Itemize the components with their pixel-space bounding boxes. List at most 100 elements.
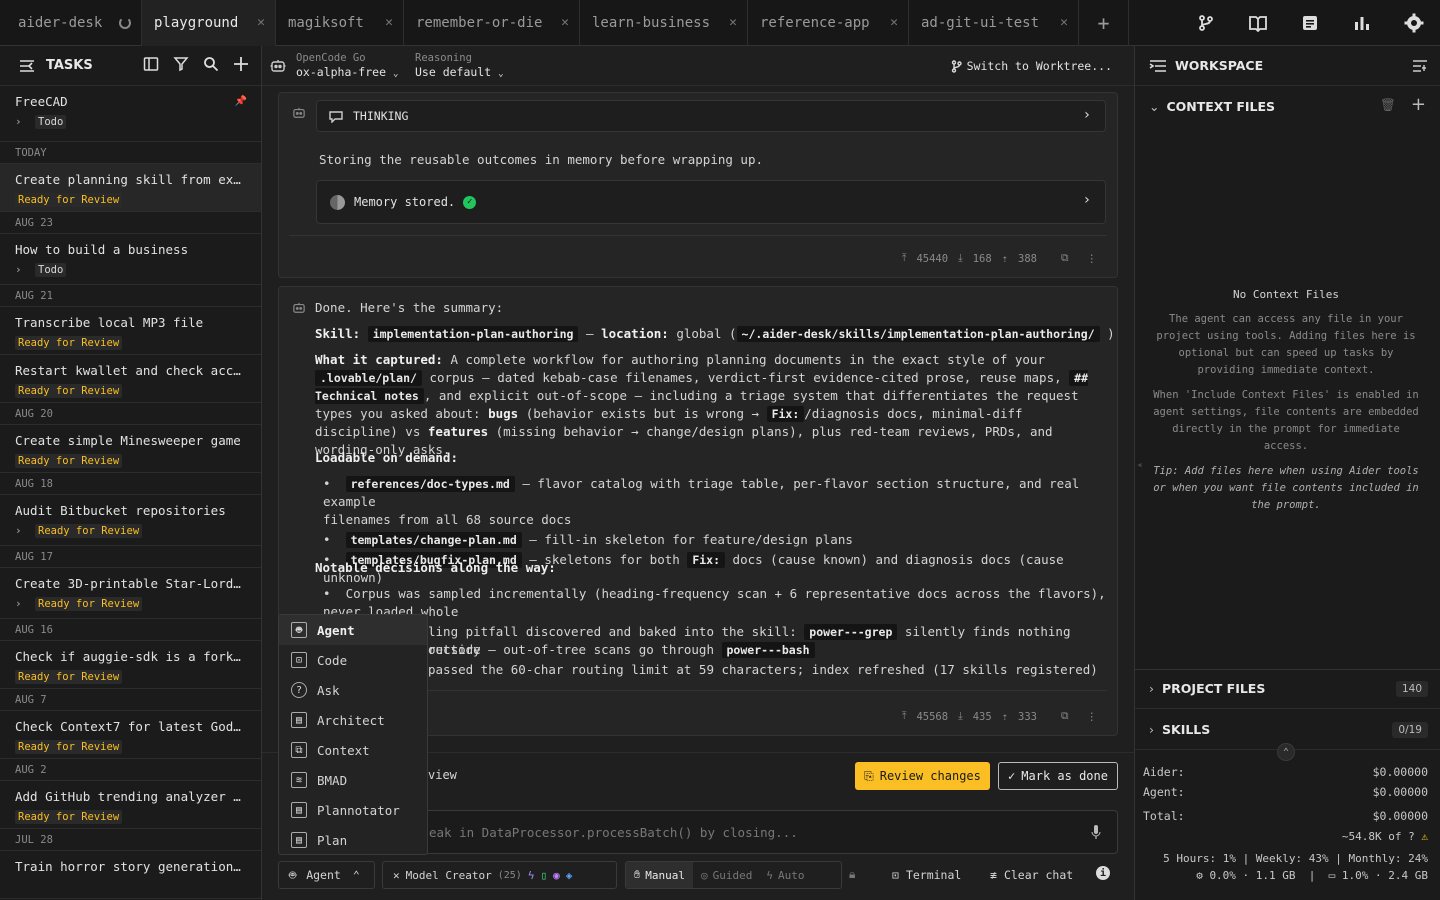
- review-changes-button[interactable]: ⎘ Review changes: [855, 762, 990, 790]
- guided-option[interactable]: ◎ Guided: [693, 869, 760, 882]
- microphone-icon[interactable]: [1091, 825, 1101, 840]
- upload-icon: ⤒: [901, 710, 907, 722]
- bar-chart-icon: [1355, 17, 1369, 30]
- chevron-right-icon[interactable]: ›: [15, 524, 35, 537]
- more-icon[interactable]: ⋮: [1087, 711, 1098, 723]
- close-icon[interactable]: ✕: [257, 15, 265, 30]
- switch-worktree-button[interactable]: Switch to Worktree...: [951, 59, 1112, 73]
- collapse-sidebar-icon[interactable]: [18, 58, 36, 74]
- task-item[interactable]: Train horror story generation m…: [0, 851, 261, 899]
- task-name: Create 3D-printable Star-Lord m…: [15, 576, 247, 591]
- chevron-right-icon[interactable]: ›: [15, 263, 35, 276]
- reasoning-label: Reasoning: [415, 52, 472, 64]
- settings-button[interactable]: [1388, 0, 1440, 46]
- manual-option[interactable]: ✋︎ Manual: [626, 862, 694, 888]
- task-item[interactable]: Add GitHub trending analyzer ex… Ready fo…: [0, 781, 261, 829]
- chevron-right-icon[interactable]: ›: [15, 115, 35, 128]
- brain-icon: ◉: [553, 868, 560, 882]
- tab-label: magiksoft: [288, 15, 364, 31]
- tab-remember-or-die[interactable]: remember-or-die ✕: [404, 0, 580, 46]
- memory-usage: 1.0% · 2.4 GB: [1341, 869, 1428, 882]
- auto-option[interactable]: ϟ Auto: [760, 869, 810, 882]
- trash-icon[interactable]: 🗑︎: [1380, 97, 1396, 113]
- close-icon[interactable]: ✕: [1060, 15, 1068, 30]
- tab-playground[interactable]: playground ✕: [142, 0, 276, 46]
- tab-learn-business[interactable]: learn-business ✕: [580, 0, 748, 46]
- task-name: Train horror story generation m…: [15, 859, 247, 874]
- close-icon[interactable]: ✕: [561, 15, 569, 30]
- pin-icon[interactable]: 📌: [235, 96, 247, 107]
- model-selector[interactable]: OpenCode Go ox-alpha-free ⌄: [296, 52, 398, 79]
- mode-option-architect[interactable]: ▤ Architect: [279, 705, 427, 735]
- tab-aider-desk[interactable]: aider-desk: [0, 0, 142, 46]
- task-item[interactable]: Transcribe local MP3 file Ready for Revie…: [0, 307, 261, 355]
- more-icon[interactable]: ⋮: [1087, 253, 1098, 265]
- hand-icon: ✋︎: [634, 868, 641, 881]
- profile-selector[interactable]: ✕ Model Creator (25) ϟ ▯ ◉ ◈: [382, 861, 617, 889]
- task-name: Audit Bitbucket repositories: [15, 503, 226, 518]
- clear-chat-button[interactable]: ≢ Clear chat: [990, 868, 1073, 882]
- terminal-button[interactable]: ⊡ Terminal: [892, 868, 961, 882]
- mode-option-bmad[interactable]: ≋ BMAD: [279, 765, 427, 795]
- mode-option-plan[interactable]: ▤ Plan: [279, 825, 427, 855]
- close-icon[interactable]: ✕: [890, 15, 898, 30]
- add-tab-button[interactable]: +: [1079, 0, 1129, 46]
- chevron-right-icon[interactable]: ›: [15, 597, 35, 610]
- info-button[interactable]: i: [1096, 866, 1110, 880]
- stats-button[interactable]: [1336, 0, 1388, 46]
- git-branch-button[interactable]: [1180, 0, 1232, 46]
- task-item[interactable]: Audit Bitbucket repositories › Ready for R…: [0, 495, 261, 546]
- reasoning-selector[interactable]: Reasoning Use default ⌄: [415, 52, 504, 79]
- check-icon: ✓: [1008, 769, 1016, 783]
- date-header: AUG 17: [0, 546, 261, 568]
- list-text: ling pitfall discovered and baked into t…: [428, 624, 805, 639]
- plus-icon[interactable]: +: [1411, 94, 1426, 115]
- project-files-header[interactable]: › PROJECT FILES 140: [1135, 669, 1440, 709]
- workspace-panel: WORKSPACE ⌄ CONTEXT FILES 🗑︎ + No Contex…: [1134, 46, 1440, 900]
- search-icon[interactable]: [203, 56, 219, 72]
- status-badge: Todo: [35, 115, 67, 129]
- memory-block[interactable]: Memory stored. ✓ ›: [316, 180, 1106, 224]
- upload-icon: ⤒: [901, 252, 907, 264]
- task-item[interactable]: Restart kwallet and check accou… Ready fo…: [0, 355, 261, 403]
- close-icon[interactable]: ✕: [385, 15, 393, 30]
- mode-option-agent[interactable]: 🤖︎ Agent: [279, 615, 427, 645]
- mode-option-ask[interactable]: ? Ask: [279, 675, 427, 705]
- status-badge: Ready for Review: [15, 384, 123, 398]
- collapse-handle-icon[interactable]: ◂: [1136, 458, 1143, 471]
- memory-icon: [330, 194, 345, 210]
- task-item[interactable]: Create planning skill from exis… Ready fo…: [0, 164, 261, 212]
- mode-option-code[interactable]: ⊡ Code: [279, 645, 427, 675]
- review-icon: ⎘: [864, 768, 874, 783]
- chevron-down-icon: ⌄: [498, 69, 504, 79]
- lock-icon[interactable]: 🔒︎: [849, 867, 855, 882]
- context-files-header[interactable]: ⌄ CONTEXT FILES 🗑︎ +: [1135, 86, 1440, 126]
- cost-summary: Aider: $0.00000 Agent: $0.00000 Total: $0.0…: [1135, 762, 1440, 882]
- notes-button[interactable]: [1284, 0, 1336, 46]
- plus-icon[interactable]: [233, 56, 249, 72]
- mark-done-button[interactable]: ✓ Mark as done: [998, 762, 1118, 790]
- status-badge: Ready for Review: [15, 810, 123, 824]
- task-item[interactable]: Create simple Minesweeper game Ready for …: [0, 425, 261, 473]
- review-text: view: [428, 768, 457, 782]
- list-settings-icon[interactable]: [1412, 59, 1428, 73]
- tab-reference-app[interactable]: reference-app ✕: [748, 0, 909, 46]
- mode-selector[interactable]: 🤖︎ Agent ⌃: [278, 861, 375, 889]
- task-item-pinned[interactable]: FreeCAD 📌 › Todo: [0, 86, 261, 142]
- tab-magiksoft[interactable]: magiksoft ✕: [276, 0, 404, 46]
- filter-icon[interactable]: [173, 56, 189, 72]
- mode-option-context[interactable]: ⧉ Context: [279, 735, 427, 765]
- task-item[interactable]: Check if auggie-sdk is a fork o… Ready fo…: [0, 641, 261, 689]
- expand-costs-button[interactable]: ⌃: [1277, 743, 1295, 761]
- book-button[interactable]: [1232, 0, 1284, 46]
- task-item[interactable]: Create 3D-printable Star-Lord m… › Ready f…: [0, 568, 261, 619]
- copy-icon[interactable]: ⧉: [1061, 710, 1069, 723]
- mode-option-plannotator[interactable]: ▤ Plannotator: [279, 795, 427, 825]
- layout-icon[interactable]: [143, 56, 159, 72]
- task-item[interactable]: How to build a business › Todo: [0, 234, 261, 285]
- tab-ad-git-ui-test[interactable]: ad-git-ui-test ✕: [909, 0, 1079, 46]
- thinking-block[interactable]: THINKING ›: [316, 100, 1106, 132]
- copy-icon[interactable]: ⧉: [1061, 252, 1069, 265]
- close-icon[interactable]: ✕: [729, 15, 737, 30]
- task-item[interactable]: Check Context7 for latest Godot… Ready fo…: [0, 711, 261, 759]
